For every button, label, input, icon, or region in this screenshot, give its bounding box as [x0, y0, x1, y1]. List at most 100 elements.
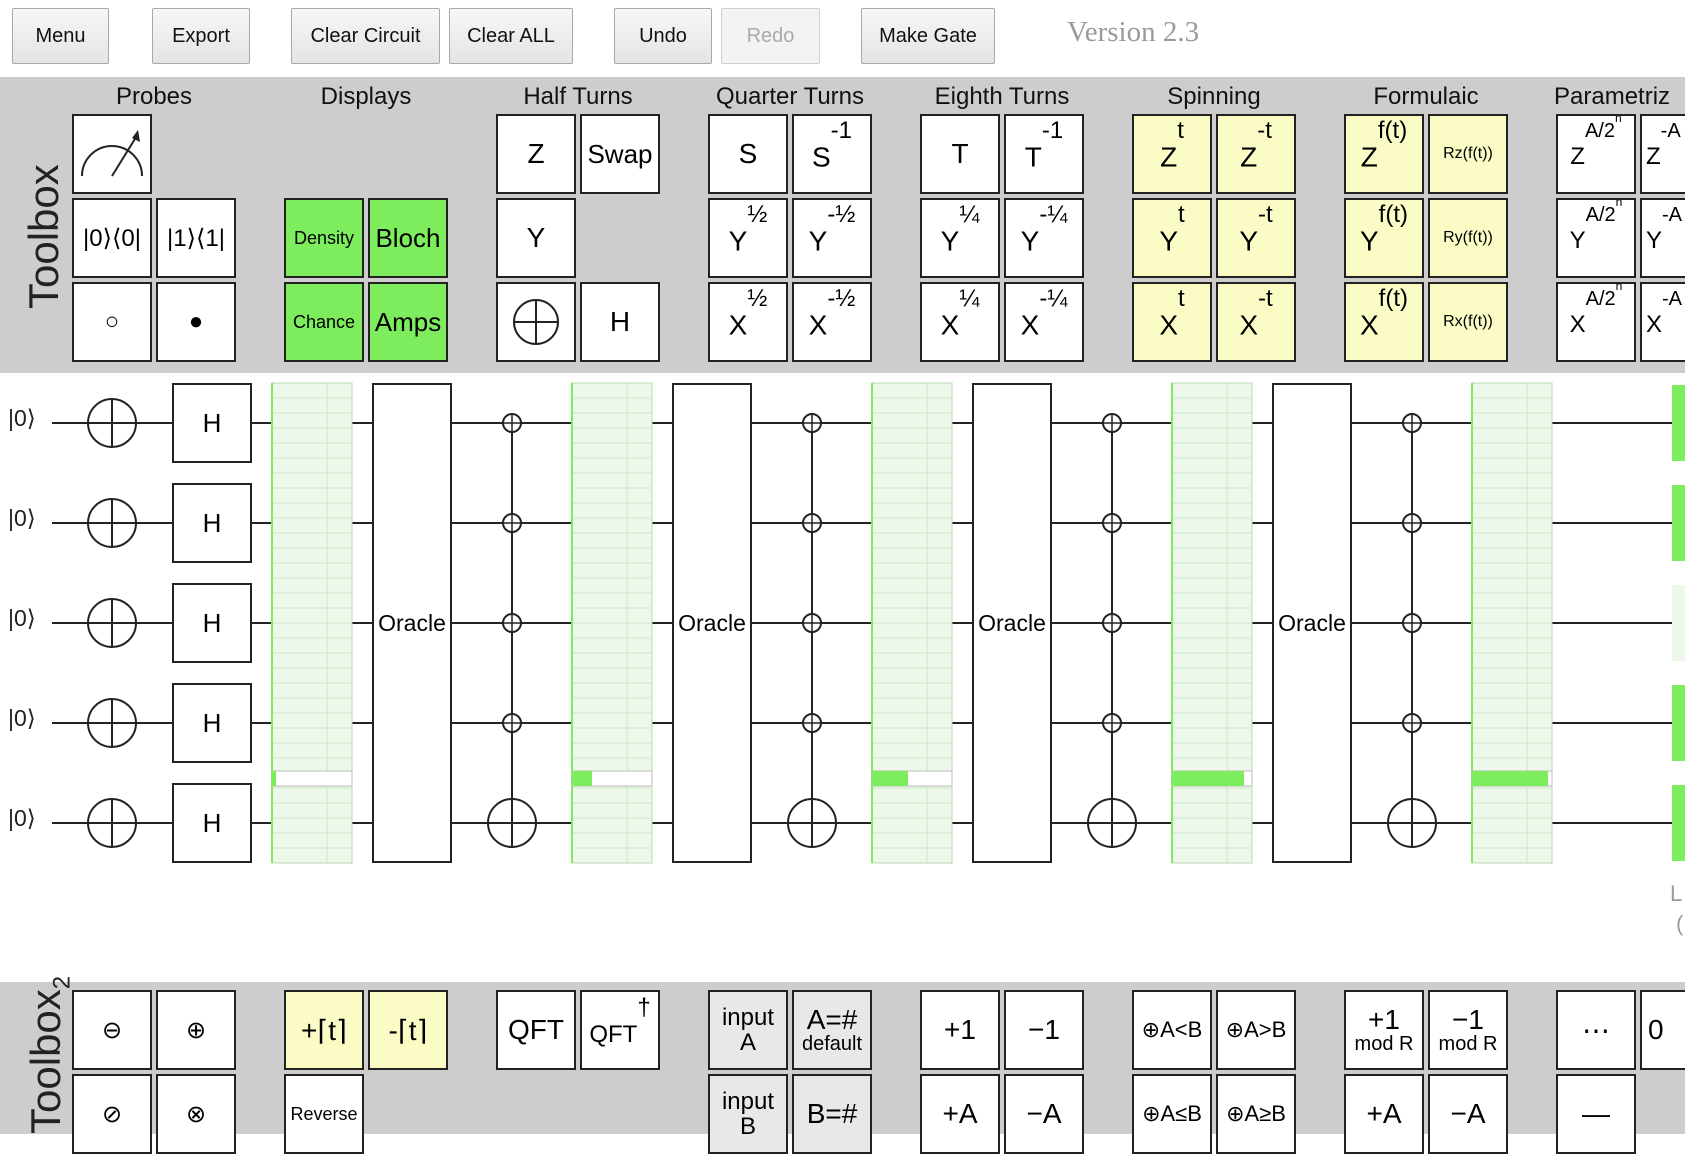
x-a2n-gate[interactable]: XA/2n [1556, 282, 1636, 362]
z-minus-t-gate[interactable]: Z-t [1216, 114, 1296, 194]
rz-ft-gate[interactable]: Rz(f(t)) [1428, 114, 1508, 194]
x-quarter-gate[interactable]: X¼ [920, 282, 1000, 362]
make-gate-button[interactable]: Make Gate [861, 8, 995, 64]
measurement-gate[interactable] [72, 114, 152, 194]
input-a-gate[interactable]: input A [708, 990, 788, 1070]
amps-display-gate[interactable]: Amps [368, 282, 448, 362]
chance-display [1672, 485, 1685, 561]
x-minus-half-gate[interactable]: X-½ [792, 282, 872, 362]
times-circle-gate[interactable]: ⊗ [156, 1074, 236, 1154]
y-minus-half-gate[interactable]: Y-½ [792, 198, 872, 278]
qft-dagger-gate[interactable]: QFT† [580, 990, 660, 1070]
oracle-gate[interactable]: Oracle [1272, 383, 1352, 863]
menu-button[interactable]: Menu [12, 8, 109, 64]
z-t-gate[interactable]: Zt [1132, 114, 1212, 194]
rx-ft-gate[interactable]: Rx(f(t)) [1428, 282, 1508, 362]
ry-ft-gate[interactable]: Ry(f(t)) [1428, 198, 1508, 278]
qft-gate[interactable]: QFT [496, 990, 576, 1070]
h-gate[interactable]: H [580, 282, 660, 362]
wire-label: |0⟩ [8, 605, 36, 631]
minus-circle-gate[interactable]: ⊖ [72, 990, 152, 1070]
display-bar [272, 771, 276, 786]
h-gate[interactable]: H [172, 783, 252, 863]
anti-control-gate[interactable]: ○ [72, 282, 152, 362]
clear-circuit-button[interactable]: Clear Circuit [291, 8, 440, 64]
ket1-bra1-gate[interactable]: |1⟩⟨1| [156, 198, 236, 278]
display-bar-outline [271, 770, 353, 787]
x-minus-quarter-gate[interactable]: X-¼ [1004, 282, 1084, 362]
y-half-gate[interactable]: Y½ [708, 198, 788, 278]
swap-gate[interactable]: Swap [580, 114, 660, 194]
plus-circle-gate[interactable]: ⊕ [156, 990, 236, 1070]
y-minus-quarter-gate[interactable]: Y-¼ [1004, 198, 1084, 278]
bloch-display-gate[interactable]: Bloch [368, 198, 448, 278]
oracle-gate[interactable]: Oracle [372, 383, 452, 863]
h-gate[interactable]: H [172, 683, 252, 763]
zero-gate[interactable]: 0 [1640, 990, 1685, 1070]
y-minus-a-gate[interactable]: Y-A [1640, 198, 1685, 278]
input-b-gate[interactable]: input B [708, 1074, 788, 1154]
t-gate[interactable]: T [920, 114, 1000, 194]
chance-display-gate[interactable]: Chance [284, 282, 364, 362]
a-ge-b-gate[interactable]: ⊕A≥B [1216, 1074, 1296, 1154]
y-quarter-gate[interactable]: Y¼ [920, 198, 1000, 278]
h-gate[interactable]: H [172, 383, 252, 463]
export-button[interactable]: Export [152, 8, 250, 64]
ket0-bra0-gate[interactable]: |0⟩⟨0| [72, 198, 152, 278]
display-bar [572, 771, 592, 786]
z-a2n-gate[interactable]: ZA/2n [1556, 114, 1636, 194]
display-bar [1472, 771, 1548, 786]
x-minus-t-gate[interactable]: X-t [1216, 282, 1296, 362]
subtract-a-gate[interactable]: −A [1004, 1074, 1084, 1154]
toolbox-panel: Toolbox Probes Displays Half Turns Quart… [0, 77, 1685, 373]
dash-gate[interactable]: — [1556, 1074, 1636, 1154]
decrement-t-gate[interactable]: -⌈t⌉ [368, 990, 448, 1070]
z-minus-a-gate[interactable]: Z-A [1640, 114, 1685, 194]
s-inverse-gate[interactable]: S-1 [792, 114, 872, 194]
increment-gate[interactable]: +1 [920, 990, 1000, 1070]
ellipsis-gate[interactable]: ⋯ [1556, 990, 1636, 1070]
x-ft-gate[interactable]: Xf(t) [1344, 282, 1424, 362]
slash-circle-gate[interactable]: ⊘ [72, 1074, 152, 1154]
add-a-mod-r-gate[interactable]: +A [1344, 1074, 1424, 1154]
wire-label: |0⟩ [8, 405, 36, 431]
clear-all-button[interactable]: Clear ALL [449, 8, 573, 64]
increment-mod-r-gate[interactable]: +1 mod R [1344, 990, 1424, 1070]
increment-t-gate[interactable]: +⌈t⌉ [284, 990, 364, 1070]
a-less-b-gate[interactable]: ⊕A<B [1132, 990, 1212, 1070]
z-ft-gate[interactable]: Zf(t) [1344, 114, 1424, 194]
group-half-turns: Half Turns [523, 83, 633, 110]
a-le-b-gate[interactable]: ⊕A≤B [1132, 1074, 1212, 1154]
y-ft-gate[interactable]: Yf(t) [1344, 198, 1424, 278]
chance-display [1672, 785, 1685, 861]
redo-button[interactable]: Redo [721, 8, 820, 64]
x-t-gate[interactable]: Xt [1132, 282, 1212, 362]
decrement-gate[interactable]: −1 [1004, 990, 1084, 1070]
circuit-area[interactable]: |0⟩ |0⟩ |0⟩ |0⟩ |0⟩ H H H H H Oracle Ora… [0, 373, 1685, 982]
oracle-gate[interactable]: Oracle [972, 383, 1052, 863]
control-gate[interactable]: ● [156, 282, 236, 362]
x-gate[interactable] [496, 282, 576, 362]
x-half-gate[interactable]: X½ [708, 282, 788, 362]
h-gate[interactable]: H [172, 583, 252, 663]
undo-button[interactable]: Undo [614, 8, 712, 64]
y-gate[interactable]: Y [496, 198, 576, 278]
b-default-gate[interactable]: B=# [792, 1074, 872, 1154]
reverse-gate[interactable]: Reverse [284, 1074, 364, 1154]
subtract-a-mod-r-gate[interactable]: −A [1428, 1074, 1508, 1154]
add-a-gate[interactable]: +A [920, 1074, 1000, 1154]
a-greater-b-gate[interactable]: ⊕A>B [1216, 990, 1296, 1070]
y-t-gate[interactable]: Yt [1132, 198, 1212, 278]
h-gate[interactable]: H [172, 483, 252, 563]
z-gate[interactable]: Z [496, 114, 576, 194]
y-minus-t-gate[interactable]: Y-t [1216, 198, 1296, 278]
oracle-gate[interactable]: Oracle [672, 383, 752, 863]
y-a2n-gate[interactable]: YA/2n [1556, 198, 1636, 278]
density-display-gate[interactable]: Density [284, 198, 364, 278]
x-minus-a-gate[interactable]: X-A [1640, 282, 1685, 362]
a-default-gate[interactable]: A=# default [792, 990, 872, 1070]
s-gate[interactable]: S [708, 114, 788, 194]
meter-icon [81, 130, 143, 177]
decrement-mod-r-gate[interactable]: −1 mod R [1428, 990, 1508, 1070]
t-inverse-gate[interactable]: T-1 [1004, 114, 1084, 194]
